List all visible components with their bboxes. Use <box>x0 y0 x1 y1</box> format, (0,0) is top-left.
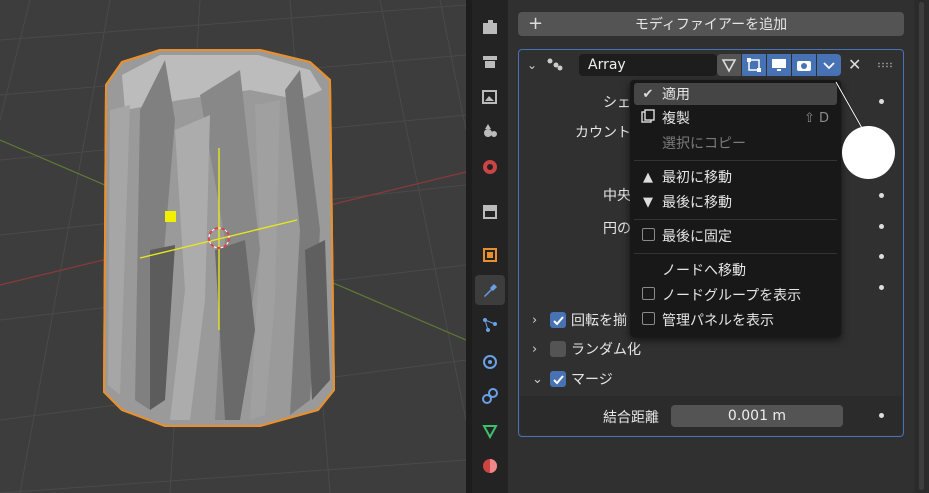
randomize-checkbox[interactable] <box>550 341 566 357</box>
circle-row-label: 円の <box>603 221 631 237</box>
modifier-name-field[interactable]: Array <box>579 54 717 76</box>
merge-distance-label: 結合距離 <box>603 410 659 426</box>
menu-item-move-last[interactable]: ▼ 最後に移動 <box>634 191 837 213</box>
output-icon[interactable] <box>475 82 505 112</box>
subpanel-randomize[interactable]: › ランダム化 <box>532 338 641 360</box>
modifier-icon[interactable] <box>475 275 505 305</box>
menu-separator <box>634 219 837 220</box>
keyframe-dot[interactable] <box>879 285 884 290</box>
scrollbar-thumb[interactable] <box>919 2 924 490</box>
viewport-scene <box>0 0 466 493</box>
menu-item-label: 適用 <box>662 87 690 103</box>
count-row-label: カウント <box>575 125 631 141</box>
menu-item-duplicate[interactable]: 複製 ⇧ D <box>634 107 837 129</box>
checkmark-icon: ✔ <box>642 86 654 102</box>
add-modifier-button[interactable]: + モディファイアーを追加 <box>518 12 904 36</box>
collection-icon[interactable] <box>475 196 505 226</box>
keyframe-dot[interactable] <box>879 413 884 418</box>
modifier-context-menu: ✔ 適用 複製 ⇧ D 選択にコピー ▲ 最初に移動 ▼ 最後に移動 最後に固定… <box>630 80 841 337</box>
edit-mode-icon <box>747 58 761 72</box>
menu-item-label: 最後に固定 <box>662 229 732 245</box>
array-modifier-icon <box>547 58 563 71</box>
merge-distance-field[interactable]: 0.001 m <box>671 405 843 427</box>
checkbox-icon <box>634 227 662 245</box>
constraints-icon[interactable] <box>475 381 505 411</box>
camera-icon <box>797 61 811 71</box>
duplicate-icon <box>634 109 662 127</box>
chevron-down-icon: ⌄ <box>532 371 543 387</box>
triangle-down-icon: ▼ <box>643 194 653 210</box>
align-rotation-checkbox[interactable] <box>550 312 566 328</box>
properties-tab-bar <box>472 0 508 493</box>
chevron-right-icon: › <box>532 341 538 357</box>
subpanel-merge[interactable]: ⌄ マージ <box>532 368 613 390</box>
keyframe-dot[interactable] <box>879 254 884 259</box>
menu-item-label: 最後に移動 <box>662 195 732 211</box>
keyframe-dot[interactable] <box>879 193 884 198</box>
remove-modifier-icon[interactable]: ✕ <box>848 55 861 74</box>
3d-viewport[interactable] <box>0 0 466 493</box>
render-icon[interactable] <box>475 46 505 76</box>
menu-item-show-manager-panel[interactable]: 管理パネルを表示 <box>634 309 837 331</box>
add-modifier-label: モディファイアーを追加 <box>634 17 788 33</box>
viewport-display-toggle[interactable] <box>767 54 791 76</box>
menu-separator <box>634 160 837 161</box>
chevron-down-icon <box>823 62 835 70</box>
checkbox-icon <box>634 286 662 304</box>
subpanel-label: ランダム化 <box>571 342 641 358</box>
object-icon[interactable] <box>475 240 505 270</box>
triangle-up-icon: ▲ <box>643 169 653 185</box>
scene-icon[interactable] <box>475 152 505 182</box>
menu-item-show-node-group[interactable]: ノードグループを表示 <box>634 284 837 306</box>
drag-handle-icon[interactable] <box>877 62 893 68</box>
menu-item-label: ノードへ移動 <box>662 263 746 279</box>
subpanel-label: 回転を揃 <box>571 313 627 329</box>
subpanel-label: マージ <box>571 372 613 388</box>
shape-row-label: シェ <box>603 95 631 111</box>
menu-item-move-to-nodes[interactable]: ノードへ移動 <box>634 259 837 281</box>
center-row-label: 中央 <box>603 188 631 204</box>
data-icon[interactable] <box>475 416 505 446</box>
vertex-triangle-icon <box>721 59 737 73</box>
merge-checkbox[interactable] <box>550 371 566 387</box>
properties-scrollbar[interactable] <box>914 0 929 493</box>
menu-item-pin-last[interactable]: 最後に固定 <box>634 225 837 247</box>
modifier-menu-button[interactable] <box>817 54 841 76</box>
menu-separator <box>634 253 837 254</box>
physics-icon[interactable] <box>475 346 505 376</box>
menu-item-apply[interactable]: ✔ 適用 <box>634 83 837 105</box>
edit-cage-toggle[interactable] <box>717 54 741 76</box>
collapse-chevron-icon[interactable]: ⌄ <box>527 58 537 72</box>
chevron-right-icon: › <box>532 312 538 328</box>
monitor-icon <box>772 59 786 71</box>
menu-item-label: 管理パネルを表示 <box>662 313 774 329</box>
subpanel-align-rotation[interactable]: › 回転を揃 <box>532 309 627 331</box>
menu-item-move-first[interactable]: ▲ 最初に移動 <box>634 166 837 188</box>
checkbox-icon <box>634 311 662 329</box>
keyframe-dot[interactable] <box>879 224 884 229</box>
plus-icon: + <box>528 13 544 34</box>
view-layer-icon[interactable] <box>475 116 505 146</box>
edit-mode-toggle[interactable] <box>742 54 766 76</box>
menu-item-label: ノードグループを表示 <box>662 288 802 304</box>
tool-icon[interactable] <box>475 12 505 42</box>
material-icon[interactable] <box>475 451 505 481</box>
shortcut-label: ⇧ D <box>803 110 829 126</box>
menu-item-label: 最初に移動 <box>662 170 732 186</box>
render-toggle[interactable] <box>792 54 816 76</box>
menu-item-label: 複製 <box>662 111 690 127</box>
menu-item-label: 選択にコピー <box>662 136 746 152</box>
cursor-highlight <box>842 126 895 179</box>
particles-icon[interactable] <box>475 310 505 340</box>
menu-item-copy-to-selected: 選択にコピー <box>634 132 837 154</box>
light-marker <box>165 211 176 222</box>
